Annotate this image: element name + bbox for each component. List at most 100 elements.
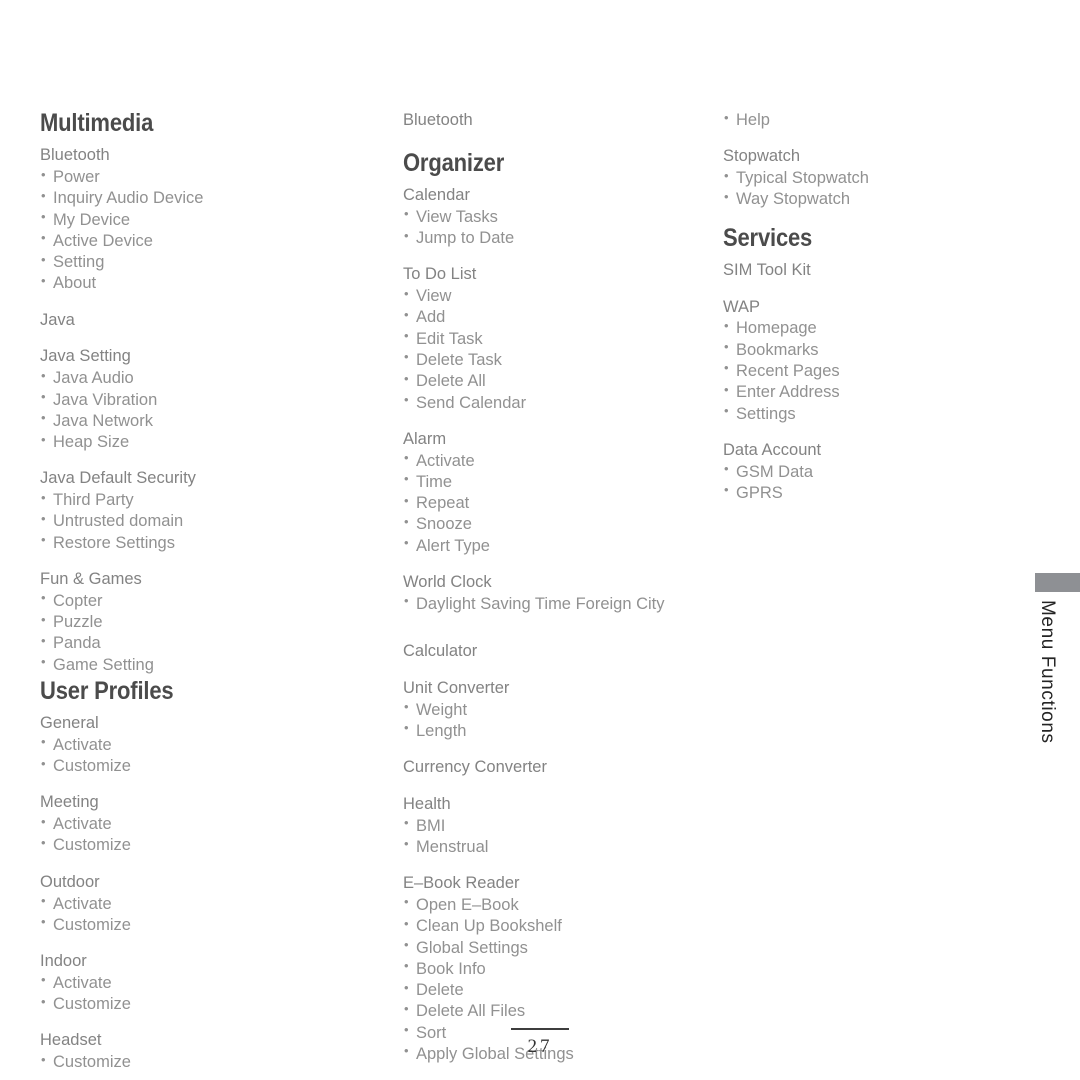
- menu-item: Delete All: [403, 371, 713, 392]
- menu-group: IndoorActivateCustomize: [40, 951, 380, 1015]
- menu-item-list: ActivateTimeRepeatSnoozeAlert Type: [403, 450, 713, 557]
- menu-group: Unit Converter WeightLength: [403, 678, 713, 742]
- menu-group-title: SIM Tool Kit: [723, 260, 811, 279]
- menu-group-title: Calendar: [403, 186, 470, 205]
- menu-group: Health BMIMenstrual: [403, 794, 713, 858]
- menu-item-list: ViewAddEdit TaskDelete TaskDelete AllSen…: [403, 286, 713, 414]
- menu-group-title: Stopwatch: [723, 147, 801, 166]
- menu-item: My Device: [40, 209, 380, 231]
- menu-item: Active Device: [40, 230, 380, 252]
- menu-item: Customize: [40, 994, 380, 1015]
- menu-group: Help: [723, 109, 1023, 131]
- menu-item: Power: [40, 167, 380, 188]
- menu-item: Delete: [403, 980, 713, 1001]
- menu-item: Alert Type: [403, 535, 713, 557]
- menu-item-list: ActivateCustomize: [40, 972, 380, 1016]
- menu-item: Enter Address: [723, 382, 1023, 403]
- menu-item-list: View TasksJump to Date: [403, 206, 713, 250]
- menu-item: Inquiry Audio Device: [40, 188, 380, 209]
- menu-item: Puzzle: [40, 612, 380, 633]
- menu-group: Fun & Games CopterPuzzlePandaGame Setting: [40, 569, 380, 676]
- menu-item-list: GSM DataGPRS: [723, 461, 1023, 505]
- menu-group-title: Calculator: [403, 642, 478, 661]
- menu-item: View: [403, 286, 713, 307]
- menu-group: Java Default Security Third PartyUntruste…: [40, 468, 380, 554]
- menu-item: Time: [403, 471, 713, 493]
- menu-group-title: General: [40, 714, 99, 733]
- menu-item: Typical Stopwatch: [723, 168, 1023, 189]
- menu-item: GSM Data: [723, 461, 1023, 483]
- menu-group: World Clock Daylight Saving Time Foreign …: [403, 572, 713, 615]
- menu-item: Activate: [40, 734, 380, 756]
- menu-group-title: Alarm: [403, 429, 447, 448]
- menu-group: Meeting ActivateCustomize: [40, 792, 380, 856]
- menu-item: Way Stopwatch: [723, 189, 1023, 210]
- menu-item: Panda: [40, 633, 380, 654]
- edge-tab-marker: [1035, 573, 1080, 592]
- menu-item: About: [40, 273, 380, 294]
- menu-group-title: Meeting: [40, 793, 99, 812]
- menu-item: Activate: [40, 893, 380, 915]
- menu-item-list: Third PartyUntrusted domainRestore Setti…: [40, 490, 380, 554]
- manual-page: Multimedia Bluetooth PowerInquiry Audio De…: [0, 0, 1080, 1080]
- menu-item-list: CopterPuzzlePandaGame Setting: [40, 590, 380, 676]
- menu-item: Daylight Saving Time Foreign City: [403, 593, 713, 615]
- menu-item-list: ActivateCustomize: [40, 734, 380, 778]
- section-heading: Multimedia: [40, 109, 154, 137]
- menu-item: Java Network: [40, 410, 380, 432]
- menu-item: Java Audio: [40, 368, 380, 389]
- menu-item: Edit Task: [403, 328, 713, 350]
- menu-item: Heap Size: [40, 432, 380, 453]
- menu-group-title: Indoor: [40, 952, 87, 971]
- menu-group: SIM Tool Kit: [723, 260, 1023, 282]
- menu-item: Help: [723, 109, 1023, 131]
- menu-group-title: Unit Converter: [403, 678, 510, 697]
- menu-item: Recent Pages: [723, 360, 1023, 382]
- menu-item: BMI: [403, 815, 713, 837]
- menu-item: Copter: [40, 590, 380, 612]
- menu-item: Customize: [40, 835, 380, 856]
- menu-item-list: Help: [723, 109, 1023, 131]
- content-column-3: Help Stopwatch Typical StopwatchWay Stopwa…: [723, 109, 1023, 504]
- menu-item: Java Vibration: [40, 389, 380, 411]
- page-number: 27: [527, 1036, 553, 1057]
- menu-item: Delete Task: [403, 349, 713, 371]
- menu-group-title: Bluetooth: [40, 146, 110, 165]
- menu-item: Settings: [723, 403, 1023, 425]
- menu-item: Customize: [40, 756, 380, 777]
- menu-item: Jump to Date: [403, 228, 713, 249]
- menu-group: Java: [40, 310, 380, 332]
- menu-group: Java Setting Java AudioJava VibrationJava…: [40, 346, 380, 453]
- menu-item: Restore Settings: [40, 532, 380, 554]
- menu-item: Weight: [403, 699, 713, 721]
- menu-group-title: WAP: [723, 297, 760, 316]
- menu-item: Third Party: [40, 490, 380, 511]
- menu-group-title: Outdoor: [40, 872, 100, 891]
- menu-group-title: Java Setting: [40, 347, 131, 366]
- menu-item: Open E–Book: [403, 894, 713, 916]
- section-heading: Organizer: [403, 148, 505, 177]
- menu-item: Activate: [403, 450, 713, 472]
- menu-item: Snooze: [403, 514, 713, 535]
- menu-item: Activate: [40, 814, 380, 835]
- menu-item: Setting: [40, 252, 380, 273]
- menu-group: Calculator: [403, 641, 713, 663]
- menu-item: View Tasks: [403, 206, 713, 228]
- menu-item: Game Setting: [40, 654, 380, 676]
- menu-item: GPRS: [723, 482, 1023, 504]
- menu-item: Homepage: [723, 318, 1023, 339]
- menu-group: Currency Converter: [403, 757, 713, 779]
- menu-item-list: ActivateCustomize: [40, 893, 380, 937]
- menu-group: To Do List ViewAddEdit TaskDelete TaskDel…: [403, 264, 713, 413]
- menu-item: Add: [403, 307, 713, 328]
- menu-group: Outdoor ActivateCustomize: [40, 872, 380, 936]
- section-heading: User Profiles: [40, 676, 174, 705]
- content-column-1: Multimedia Bluetooth PowerInquiry Audio De…: [40, 110, 380, 1073]
- menu-group: Data Account GSM DataGPRS: [723, 440, 1023, 504]
- footer-rule: [511, 1027, 569, 1030]
- menu-group: Bluetooth PowerInquiry Audio DeviceMy Dev…: [40, 145, 380, 294]
- menu-item-list: PowerInquiry Audio DeviceMy DeviceActive…: [40, 167, 380, 295]
- menu-item: Menstrual: [403, 836, 713, 858]
- menu-group: Alarm ActivateTimeRepeatSnoozeAlert Type: [403, 429, 713, 557]
- menu-group-title: Java Default Security: [40, 469, 196, 488]
